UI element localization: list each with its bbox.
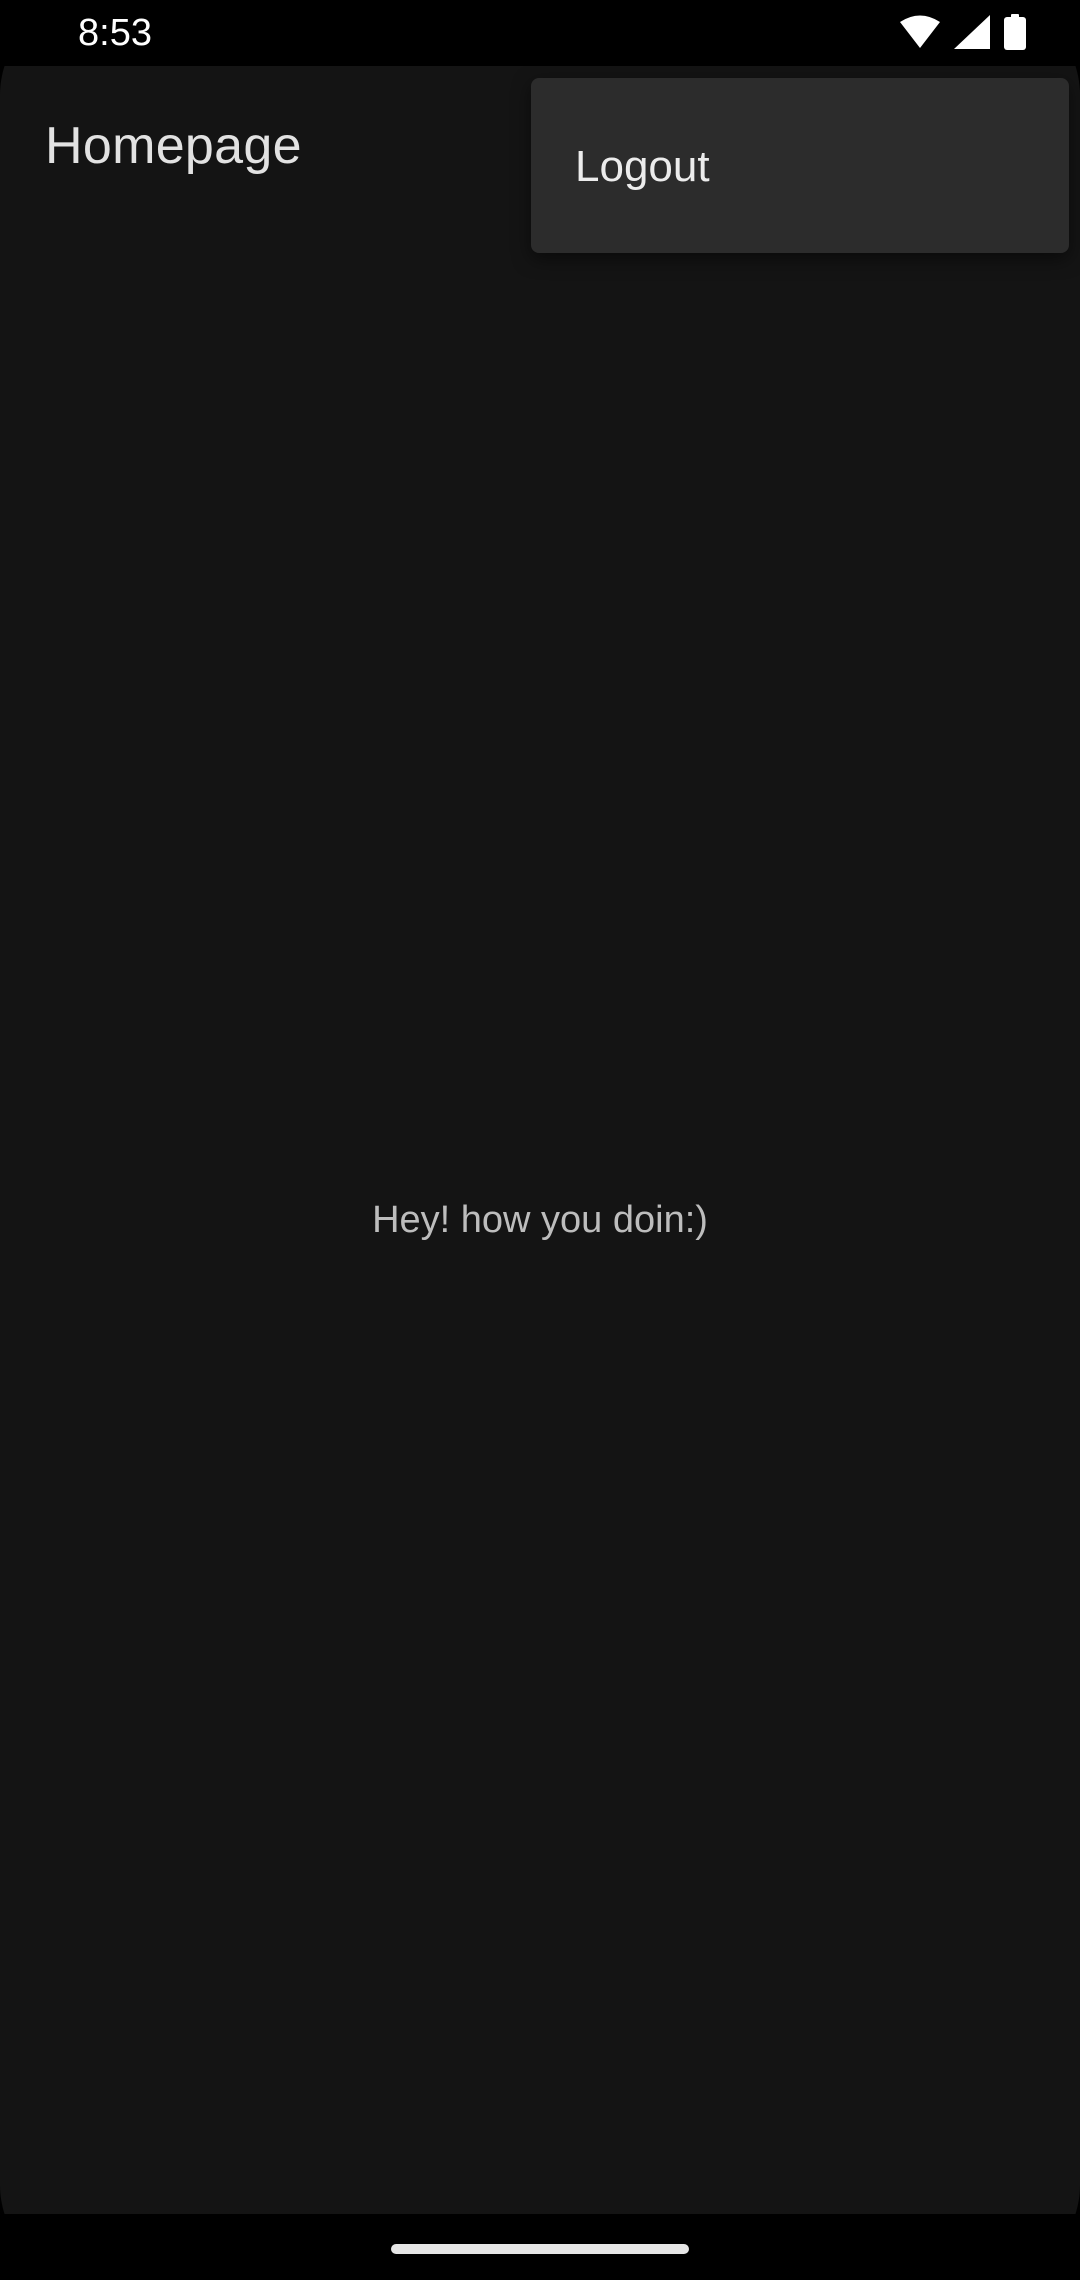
app-surface: [0, 66, 1080, 2214]
home-gesture-handle[interactable]: [391, 2244, 689, 2254]
menu-item-logout[interactable]: Logout: [531, 78, 1069, 253]
status-time: 8:53: [78, 12, 152, 54]
cellular-signal-icon: [954, 14, 990, 54]
page-title: Homepage: [45, 117, 302, 175]
overflow-menu: Logout: [531, 78, 1069, 253]
welcome-message: Hey! how you doin:): [372, 1199, 708, 1241]
battery-icon: [1004, 13, 1026, 55]
navigation-bar: [0, 2214, 1080, 2280]
wifi-icon: [900, 15, 940, 54]
status-icons: [900, 13, 1026, 55]
menu-item-label: Logout: [575, 142, 710, 191]
status-bar: 8:53: [0, 0, 1080, 66]
device-screen: 8:53 Homepage Hey! how you doin:) Logout: [0, 0, 1080, 2280]
